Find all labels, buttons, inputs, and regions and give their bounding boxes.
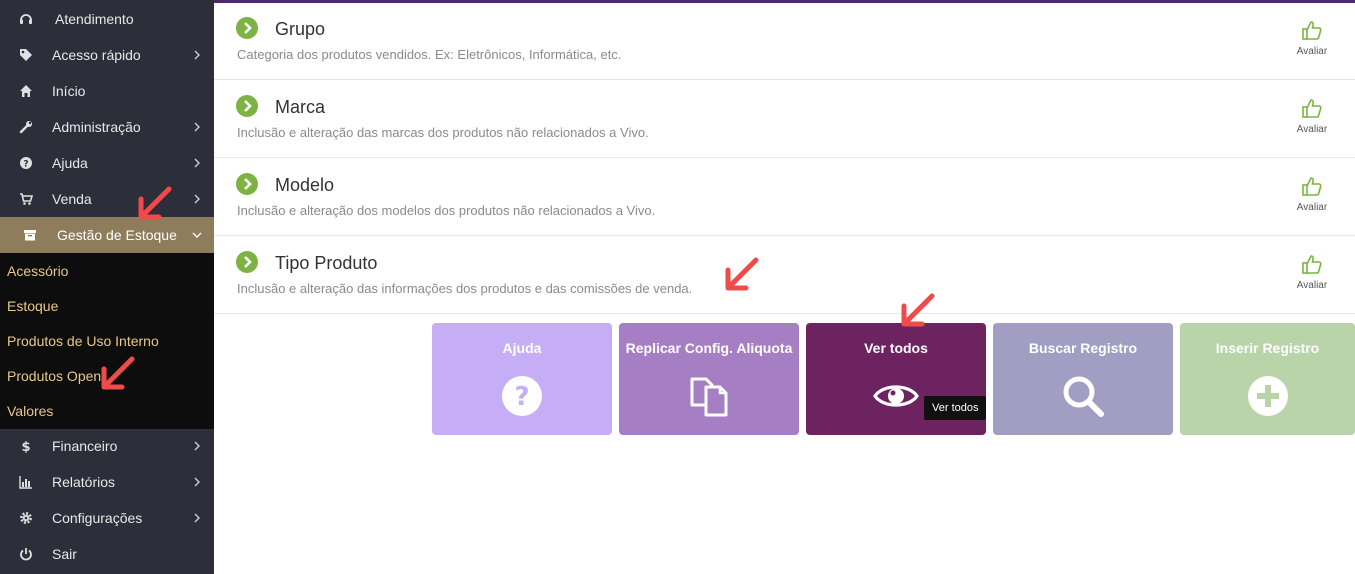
row-description: Inclusão e alteração dos modelos dos pro…	[237, 203, 656, 218]
headset-icon	[18, 11, 34, 27]
sidebar-item-inicio[interactable]: Início	[0, 73, 214, 109]
cart-icon	[18, 191, 34, 207]
sidebar-item-label: Relatórios	[52, 474, 116, 490]
chevron-right-icon	[194, 194, 200, 204]
annotation-arrow-icon	[138, 186, 172, 220]
insert-record-tile-button[interactable]: Inserir Registro	[1180, 323, 1355, 435]
tile-label: Replicar Config. Aliquota	[625, 340, 793, 356]
tile-label: Ver todos	[864, 340, 928, 356]
list-item-tipo-produto[interactable]: Tipo Produto Inclusão e alteração das in…	[214, 236, 1355, 314]
thumbs-up-icon	[1302, 255, 1322, 274]
svg-text:$: $	[21, 440, 30, 453]
sidebar-item-gestao-de-estoque[interactable]: Gestão de Estoque	[0, 217, 214, 253]
sidebar-item-configuracoes[interactable]: Configurações	[0, 500, 214, 536]
chevron-circle-right-icon	[236, 17, 258, 39]
submenu-item-acessorio[interactable]: Acessório	[7, 253, 68, 288]
gear-icon	[18, 510, 34, 526]
tile-label: Buscar Registro	[1028, 340, 1138, 356]
chevron-circle-right-icon	[236, 95, 258, 117]
submenu-item-valores[interactable]: Valores	[7, 393, 53, 428]
sidebar-item-ajuda[interactable]: ? Ajuda	[0, 145, 214, 181]
rate-button[interactable]: Avaliar	[1292, 97, 1332, 135]
row-title: Modelo	[275, 175, 335, 195]
sidebar-item-label: Gestão de Estoque	[57, 227, 177, 243]
row-title: Grupo	[275, 19, 326, 39]
sidebar-item-venda[interactable]: Venda	[0, 181, 214, 217]
rate-label: Avaliar	[1296, 280, 1328, 291]
submenu-item-produtos-open[interactable]: Produtos Open	[7, 358, 101, 393]
sidebar-item-financeiro[interactable]: $ Financeiro	[0, 428, 214, 464]
wrench-icon	[18, 119, 34, 135]
help-tile-button[interactable]: Ajuda ?	[432, 323, 612, 435]
rate-button[interactable]: Avaliar	[1292, 253, 1332, 291]
eye-icon	[873, 385, 919, 407]
chevron-right-icon	[194, 513, 200, 523]
thumbs-up-icon	[1302, 21, 1322, 40]
sidebar-item-label: Venda	[52, 191, 92, 207]
dollar-icon: $	[18, 438, 34, 454]
box-icon	[22, 227, 38, 243]
tile-label: Ajuda	[502, 340, 542, 356]
sidebar-item-administracao[interactable]: Administração	[0, 109, 214, 145]
question-circle-icon: ?	[502, 376, 542, 416]
sidebar-item-label: Sair	[52, 546, 77, 562]
chevron-down-icon	[192, 232, 202, 238]
home-icon	[18, 83, 34, 99]
thumbs-up-icon	[1302, 177, 1322, 196]
thumbs-up-icon	[1302, 99, 1322, 118]
sidebar-item-relatorios[interactable]: Relatórios	[0, 464, 214, 500]
row-description: Inclusão e alteração das informações dos…	[237, 281, 693, 296]
rate-button[interactable]: Avaliar	[1292, 19, 1332, 57]
rate-label: Avaliar	[1296, 46, 1328, 57]
replicate-config-tile-button[interactable]: Replicar Config. Aliquota	[619, 323, 799, 435]
svg-text:?: ?	[514, 382, 529, 412]
sidebar-item-label: Atendimento	[55, 11, 134, 27]
sidebar-item-label: Configurações	[52, 510, 143, 526]
plus-circle-icon	[1247, 376, 1288, 416]
rate-label: Avaliar	[1296, 124, 1328, 135]
sidebar-item-label: Financeiro	[52, 438, 118, 454]
annotation-arrow-icon	[901, 293, 935, 327]
search-record-tile-button[interactable]: Buscar Registro	[993, 323, 1173, 435]
rate-label: Avaliar	[1296, 202, 1328, 213]
list-item-marca[interactable]: Marca Inclusão e alteração das marcas do…	[214, 80, 1355, 158]
sidebar-item-label: Ajuda	[52, 155, 88, 171]
list-item-grupo[interactable]: Grupo Categoria dos produtos vendidos. E…	[214, 2, 1355, 80]
submenu-gestao-de-estoque: Acessório Estoque Produtos de Uso Intern…	[0, 253, 214, 429]
svg-text:?: ?	[23, 160, 28, 170]
row-description: Categoria dos produtos vendidos. Ex: Ele…	[237, 47, 622, 62]
question-circle-icon: ?	[18, 155, 34, 171]
chevron-circle-right-icon	[236, 173, 258, 195]
bar-chart-icon	[18, 474, 34, 490]
row-title: Tipo Produto	[275, 253, 378, 273]
chevron-circle-right-icon	[236, 251, 258, 273]
chevron-right-icon	[194, 122, 200, 132]
chevron-right-icon	[194, 50, 200, 60]
row-title: Marca	[275, 97, 326, 117]
sidebar: Atendimento Acesso rápido Início Adminis…	[0, 0, 214, 574]
sidebar-item-label: Acesso rápido	[52, 47, 141, 63]
chevron-right-icon	[194, 477, 200, 487]
power-icon	[18, 546, 34, 562]
copy-icon	[690, 377, 728, 417]
tooltip: Ver todos	[924, 396, 987, 420]
search-icon	[1063, 376, 1104, 417]
annotation-arrow-icon	[101, 356, 135, 390]
sidebar-item-label: Administração	[52, 119, 141, 135]
annotation-arrow-icon	[725, 257, 759, 291]
sidebar-item-atendimento[interactable]: Atendimento	[0, 1, 214, 37]
row-description: Inclusão e alteração das marcas dos prod…	[237, 125, 649, 140]
tile-label: Inserir Registro	[1215, 340, 1320, 356]
sidebar-item-label: Início	[52, 83, 86, 99]
sidebar-item-sair[interactable]: Sair	[0, 536, 214, 572]
chevron-right-icon	[194, 441, 200, 451]
chevron-right-icon	[194, 158, 200, 168]
list-item-modelo[interactable]: Modelo Inclusão e alteração dos modelos …	[214, 158, 1355, 236]
sidebar-item-acesso-rapido[interactable]: Acesso rápido	[0, 37, 214, 73]
submenu-item-estoque[interactable]: Estoque	[7, 288, 58, 323]
tag-icon	[18, 47, 34, 63]
rate-button[interactable]: Avaliar	[1292, 175, 1332, 213]
